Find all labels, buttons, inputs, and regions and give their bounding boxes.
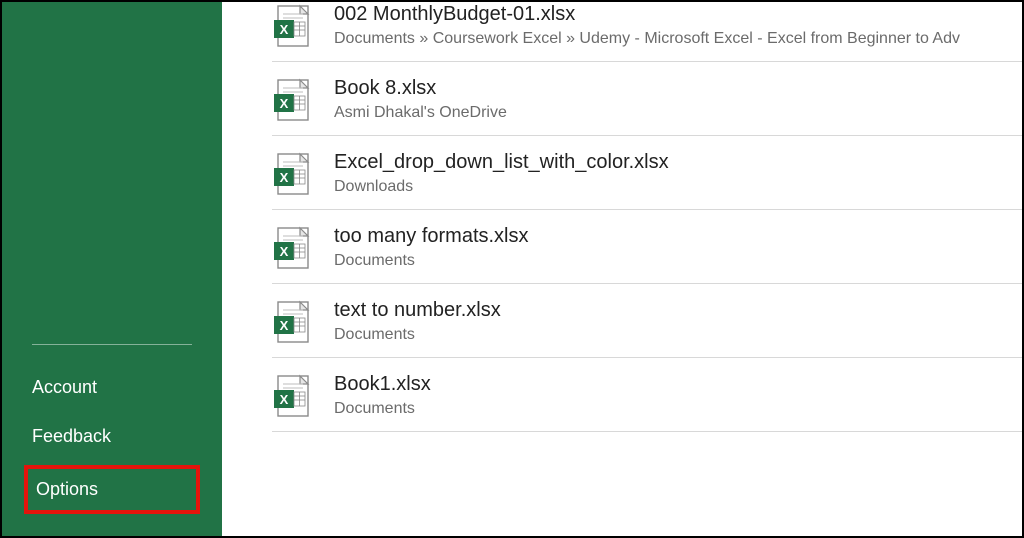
sidebar: Account Feedback Options — [2, 2, 222, 536]
excel-file-icon: X — [272, 374, 310, 418]
file-text: 002 MonthlyBudget-01.xlsx Documents » Co… — [334, 2, 960, 49]
file-path: Documents — [334, 251, 529, 271]
file-path: Documents » Coursework Excel » Udemy - M… — [334, 29, 960, 49]
file-name: too many formats.xlsx — [334, 224, 529, 249]
excel-file-icon: X — [272, 78, 310, 122]
sidebar-divider — [32, 344, 192, 345]
svg-text:X: X — [280, 392, 289, 407]
file-path: Documents — [334, 325, 501, 345]
file-row[interactable]: X Book 8.xlsx Asmi Dhakal's OneDrive — [272, 62, 1022, 136]
svg-text:X: X — [280, 96, 289, 111]
excel-file-icon: X — [272, 300, 310, 344]
file-name: Excel_drop_down_list_with_color.xlsx — [334, 150, 669, 175]
file-row[interactable]: X 002 MonthlyBudget-01.xlsx Documents » … — [272, 2, 1022, 62]
file-text: Book1.xlsx Documents — [334, 372, 431, 419]
file-path: Asmi Dhakal's OneDrive — [334, 103, 507, 123]
sidebar-item-options[interactable]: Options — [24, 465, 200, 514]
file-row[interactable]: X too many formats.xlsx Documents — [272, 210, 1022, 284]
svg-text:X: X — [280, 170, 289, 185]
main-content: X 002 MonthlyBudget-01.xlsx Documents » … — [222, 2, 1022, 536]
recent-file-list: X 002 MonthlyBudget-01.xlsx Documents » … — [222, 2, 1022, 432]
sidebar-item-label: Account — [32, 377, 97, 397]
file-text: Book 8.xlsx Asmi Dhakal's OneDrive — [334, 76, 507, 123]
file-name: text to number.xlsx — [334, 298, 501, 323]
file-text: too many formats.xlsx Documents — [334, 224, 529, 271]
sidebar-item-feedback[interactable]: Feedback — [2, 412, 222, 461]
file-path: Documents — [334, 399, 431, 419]
file-row[interactable]: X Excel_drop_down_list_with_color.xlsx D… — [272, 136, 1022, 210]
svg-text:X: X — [280, 22, 289, 37]
sidebar-item-label: Options — [36, 479, 98, 499]
excel-file-icon: X — [272, 226, 310, 270]
file-row[interactable]: X text to number.xlsx Documents — [272, 284, 1022, 358]
excel-file-icon: X — [272, 152, 310, 196]
file-name: Book1.xlsx — [334, 372, 431, 397]
svg-text:X: X — [280, 318, 289, 333]
svg-text:X: X — [280, 244, 289, 259]
file-path: Downloads — [334, 177, 669, 197]
file-name: Book 8.xlsx — [334, 76, 507, 101]
file-text: Excel_drop_down_list_with_color.xlsx Dow… — [334, 150, 669, 197]
file-name: 002 MonthlyBudget-01.xlsx — [334, 2, 960, 27]
file-row[interactable]: X Book1.xlsx Documents — [272, 358, 1022, 432]
excel-file-icon: X — [272, 4, 310, 48]
sidebar-item-account[interactable]: Account — [2, 363, 222, 412]
file-text: text to number.xlsx Documents — [334, 298, 501, 345]
sidebar-item-label: Feedback — [32, 426, 111, 446]
